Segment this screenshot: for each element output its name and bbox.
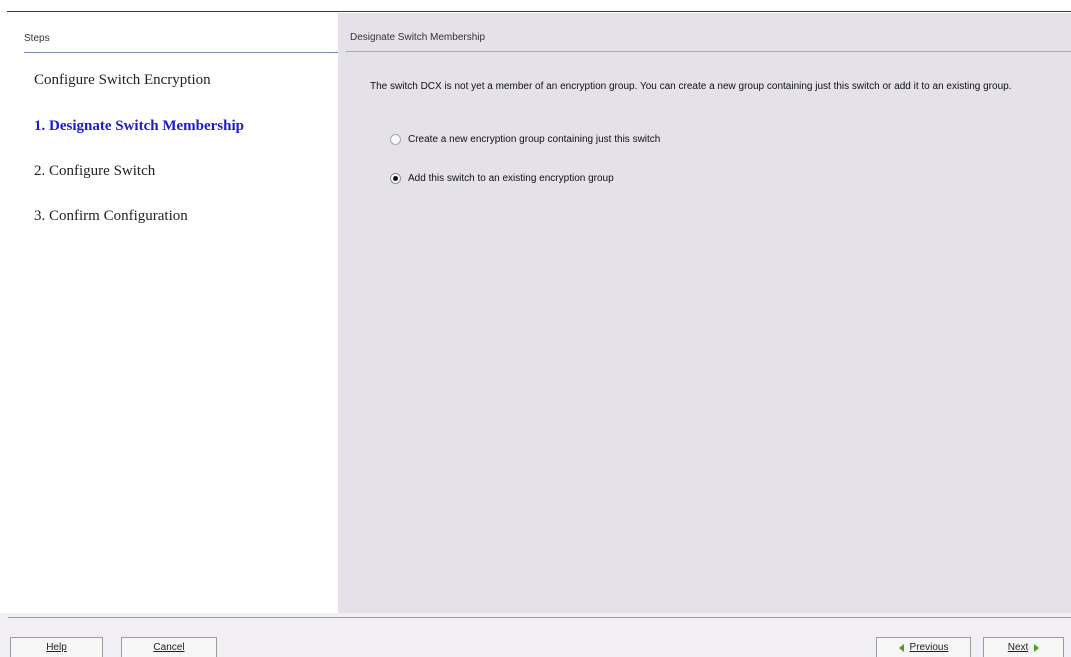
help-button[interactable]: Help — [10, 637, 103, 657]
next-button[interactable]: Next — [983, 637, 1064, 657]
wizard-title: Configure Switch Encryption — [34, 72, 211, 88]
steps-header: Steps — [24, 33, 50, 44]
arrow-right-icon — [1034, 643, 1040, 652]
steps-divider — [24, 52, 340, 53]
wizard-footer: Help Cancel Previous Next — [0, 613, 1071, 657]
option-add-to-existing-group-label: Add this switch to an existing encryptio… — [408, 172, 614, 184]
radio-add-to-existing-group[interactable] — [390, 172, 401, 184]
radio-create-new-group[interactable] — [390, 133, 401, 145]
option-create-new-group-label: Create a new encryption group containing… — [408, 133, 661, 145]
steps-panel: Steps Configure Switch Encryption 1. Des… — [10, 13, 340, 613]
option-create-new-group[interactable]: Create a new encryption group containing… — [390, 131, 660, 147]
content-header: Designate Switch Membership — [350, 32, 486, 43]
arrow-left-icon — [898, 643, 904, 652]
window-top-rule — [0, 0, 1071, 12]
option-add-to-existing-group[interactable]: Add this switch to an existing encryptio… — [390, 170, 614, 186]
cancel-button[interactable]: Cancel — [121, 637, 217, 657]
membership-description: The switch DCX is not yet a member of an… — [370, 81, 1012, 92]
content-divider — [346, 51, 1071, 52]
step-configure-switch: 2. Configure Switch — [34, 163, 156, 179]
previous-button[interactable]: Previous — [876, 637, 971, 657]
content-panel: Designate Switch Membership The switch D… — [338, 13, 1071, 613]
step-designate-switch-membership: 1. Designate Switch Membership — [34, 118, 244, 134]
step-confirm-configuration: 3. Confirm Configuration — [34, 208, 188, 224]
